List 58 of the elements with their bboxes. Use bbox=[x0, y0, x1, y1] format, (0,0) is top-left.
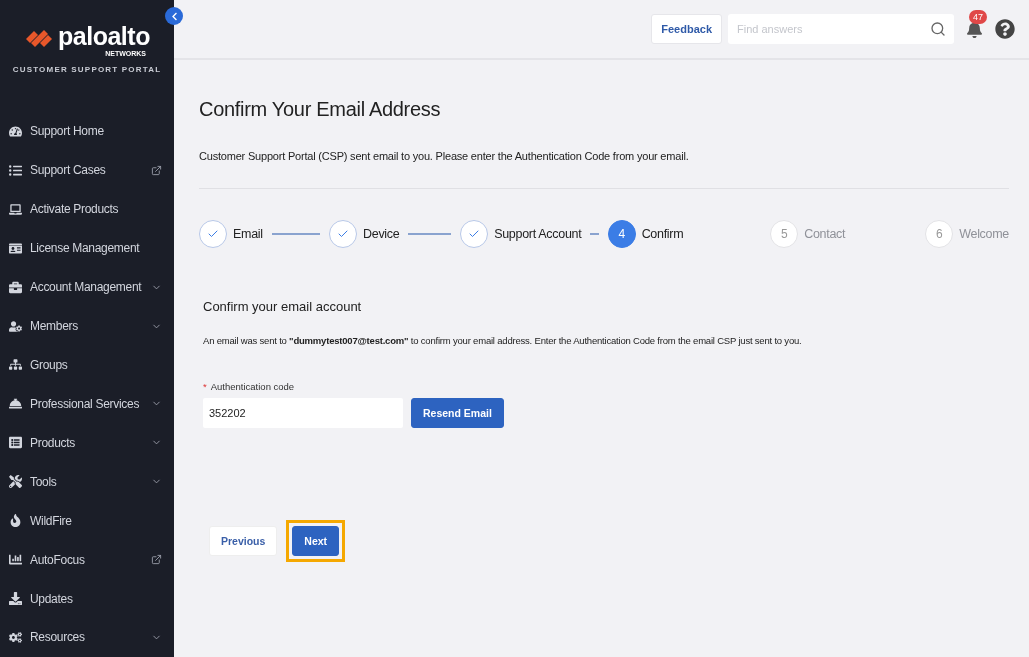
portal-title: CUSTOMER SUPPORT PORTAL bbox=[12, 65, 162, 74]
list-box-icon bbox=[9, 436, 22, 450]
sidebar-item[interactable]: Account Management bbox=[0, 267, 174, 307]
gears-icon bbox=[9, 630, 22, 644]
bar-chart-icon bbox=[9, 553, 22, 567]
sidebar-item[interactable]: AutoFocus bbox=[0, 540, 174, 580]
logo-wordmark: paloalto bbox=[58, 24, 150, 49]
feedback-button[interactable]: Feedback bbox=[651, 14, 722, 44]
resend-email-button[interactable]: Resend Email bbox=[411, 398, 504, 428]
notification-count: 47 bbox=[969, 9, 987, 24]
download-icon bbox=[9, 592, 22, 605]
laptop-icon bbox=[9, 202, 22, 216]
org-chart-icon bbox=[9, 358, 22, 372]
step-label: Confirm bbox=[641, 227, 684, 241]
chevron-left-icon bbox=[169, 11, 179, 21]
flame-icon bbox=[9, 514, 22, 528]
help-icon[interactable] bbox=[995, 19, 1015, 39]
user-gear-icon bbox=[9, 319, 22, 333]
step-label: Email bbox=[233, 227, 263, 241]
sidebar-item[interactable]: Resources bbox=[0, 618, 174, 657]
page-title: Confirm Your Email Address bbox=[199, 98, 442, 121]
bell-dome-icon bbox=[9, 397, 22, 411]
step-number: 4 bbox=[607, 220, 636, 248]
sidebar-item[interactable]: License Management bbox=[0, 228, 174, 268]
collapse-button[interactable] bbox=[165, 7, 183, 25]
sidebar-item[interactable]: Support Home bbox=[0, 112, 174, 151]
step-label: Welcome bbox=[959, 227, 1009, 241]
sidebar-item[interactable]: Activate Products bbox=[0, 189, 174, 229]
sidebar-item[interactable]: Support Cases bbox=[0, 150, 174, 190]
step-number: 6 bbox=[925, 220, 954, 248]
form-heading: Confirm your email account bbox=[203, 299, 363, 314]
list-icon bbox=[9, 163, 22, 177]
required-mark: * bbox=[203, 381, 207, 392]
sidebar-item[interactable]: Products bbox=[0, 423, 174, 463]
id-card-icon bbox=[9, 241, 22, 255]
step-number: 5 bbox=[770, 220, 799, 248]
sidebar-item[interactable]: Updates bbox=[0, 579, 174, 618]
external-link-icon bbox=[151, 554, 162, 566]
gauge-icon bbox=[9, 124, 22, 138]
sidebar-item[interactable]: Members bbox=[0, 306, 174, 346]
previous-button[interactable]: Previous bbox=[209, 526, 278, 556]
field-label: Authentication code bbox=[210, 381, 295, 392]
briefcase-icon bbox=[9, 280, 22, 294]
external-link-icon bbox=[151, 164, 162, 176]
step-label: Support Account bbox=[494, 227, 582, 241]
form-message: An email was sent to "dummytest007@test.com" to confirm your email address. Enter the Authentication Code from the email CSP just sent to you. bbox=[203, 335, 803, 346]
step-label: Device bbox=[363, 227, 400, 241]
search-field[interactable]: Find answers bbox=[728, 14, 954, 44]
authentication-code-field[interactable]: 352202 bbox=[203, 398, 403, 428]
sidebar-item[interactable]: Professional Services bbox=[0, 384, 174, 424]
search-icon bbox=[930, 21, 946, 37]
next-button[interactable]: Next bbox=[292, 526, 340, 556]
sidebar-item[interactable]: WildFire bbox=[0, 501, 174, 541]
sidebar-item[interactable]: Groups bbox=[0, 345, 174, 385]
step-label: Contact bbox=[804, 227, 846, 241]
sidebar-item[interactable]: Tools bbox=[0, 462, 174, 502]
tools-icon bbox=[9, 475, 22, 489]
intro-text: Customer Support Portal (CSP) sent email to you. Please enter the Authentication Code from your email. bbox=[199, 150, 690, 162]
